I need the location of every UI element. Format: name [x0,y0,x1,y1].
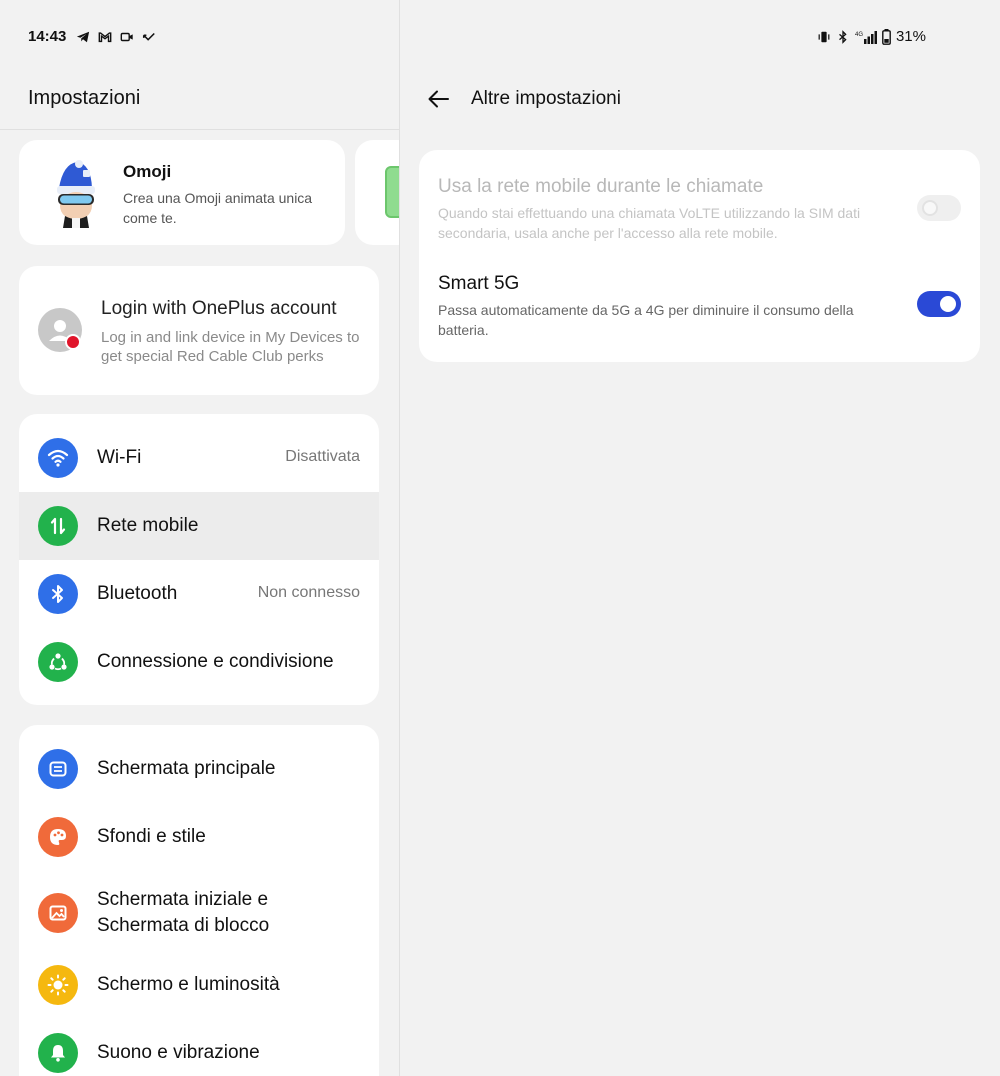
sidebar-item-connection-sharing[interactable]: Connessione e condivisione [19,628,379,696]
share-icon [38,642,78,682]
telegram-icon [77,31,90,42]
network-group: Wi-Fi Disattivata Rete mobile Bluetooth … [19,414,379,705]
mobile-data-icon [38,506,78,546]
omoji-avatar [57,160,95,228]
status-bar-left: 14:43 [28,28,156,45]
setting-description: Passa automaticamente da 5G a 4G per dim… [438,302,854,338]
sidebar-item-label: Sfondi e stile [97,826,206,847]
sidebar-item-lock-screen[interactable]: Schermata iniziale e Schermata di blocco [19,871,379,955]
wifi-icon [38,438,78,478]
bell-icon [38,1033,78,1073]
sidebar-item-home-screen[interactable]: Schermata principale [19,735,379,803]
vibrate-icon [818,31,830,42]
display-group: Schermata principale Sfondi e stile Sche… [19,725,379,1076]
sidebar-item-label: Wi-Fi [97,447,142,468]
title-divider [0,129,399,130]
bluetooth-icon [38,574,78,614]
settings-card: Usa la rete mobile durante le chiamate Q… [419,150,980,362]
sidebar-item-label: Schermo e luminosità [97,974,280,995]
battery-icon [882,28,891,45]
promo-thumbnail [385,166,399,218]
setting-mobile-data-during-calls: Usa la rete mobile durante le chiamate Q… [438,175,898,243]
omoji-subtitle: Crea una Omoji animata unica come te. [123,190,313,226]
signal-4g-icon: 4G [855,30,877,44]
home-screen-icon [38,749,78,789]
next-promo-card[interactable] [355,140,399,245]
detail-pane: 4G 31% Altre impostazioni Usa la rete mo… [400,0,1000,1076]
status-time: 14:43 [28,28,67,45]
notification-dot [65,334,81,350]
sidebar-item-label: Suono e vibrazione [97,1042,260,1063]
sidebar-item-label: Rete mobile [97,515,199,536]
smart-5g-toggle[interactable] [917,291,961,317]
status-bar-right: 4G 31% [817,28,926,45]
omoji-title: Omoji [123,162,172,181]
page-title: Impostazioni [28,87,141,109]
sidebar-item-wallpapers[interactable]: Sfondi e stile [19,803,379,871]
sidebar-item-bluetooth[interactable]: Bluetooth Non connesso [19,560,379,628]
omoji-card[interactable]: Omoji Crea una Omoji animata unica come … [19,140,345,245]
recorder-icon [120,32,134,41]
sidebar-item-sound[interactable]: Suono e vibrazione [19,1019,379,1076]
brightness-icon [38,965,78,1005]
settings-list-pane: 14:43 Impostazioni Omoji Crea una Omoji … [0,0,399,1076]
setting-title: Smart 5G [438,273,520,294]
sidebar-item-label: Schermata iniziale e Schermata di blocco [97,889,270,936]
sidebar-item-label: Connessione e condivisione [97,651,334,672]
login-card[interactable]: Login with OnePlus account Log in and li… [19,266,379,395]
setting-smart-5g: Smart 5G Passa automaticamente da 5G a 4… [438,272,898,340]
sidebar-item-label: Bluetooth [97,583,178,604]
login-title: Login with OnePlus account [101,298,337,319]
battery-percent: 31% [895,28,926,45]
sidebar-item-display-brightness[interactable]: Schermo e luminosità [19,951,379,1019]
detail-title: Altre impostazioni [471,88,621,109]
sidebar-item-wifi[interactable]: Wi-Fi Disattivata [19,422,379,494]
sidebar-item-mobile-network[interactable]: Rete mobile [19,492,379,560]
palette-icon [38,817,78,857]
setting-title: Usa la rete mobile durante le chiamate [438,176,764,197]
image-icon [38,893,78,933]
missed-call-icon [143,32,156,41]
bluetooth-status: Non connesso [257,584,360,601]
wifi-status: Disattivata [285,448,360,465]
svg-text:4G: 4G [855,32,863,38]
gmail-icon [98,31,112,42]
mobile-data-during-calls-toggle[interactable] [917,195,961,221]
login-subtitle: Log in and link device in My Devices to … [101,329,360,365]
back-arrow-icon[interactable] [426,86,452,112]
sidebar-item-label: Schermata principale [97,758,276,779]
setting-description: Quando stai effettuando una chiamata VoL… [438,205,861,241]
bluetooth-icon [839,29,847,44]
